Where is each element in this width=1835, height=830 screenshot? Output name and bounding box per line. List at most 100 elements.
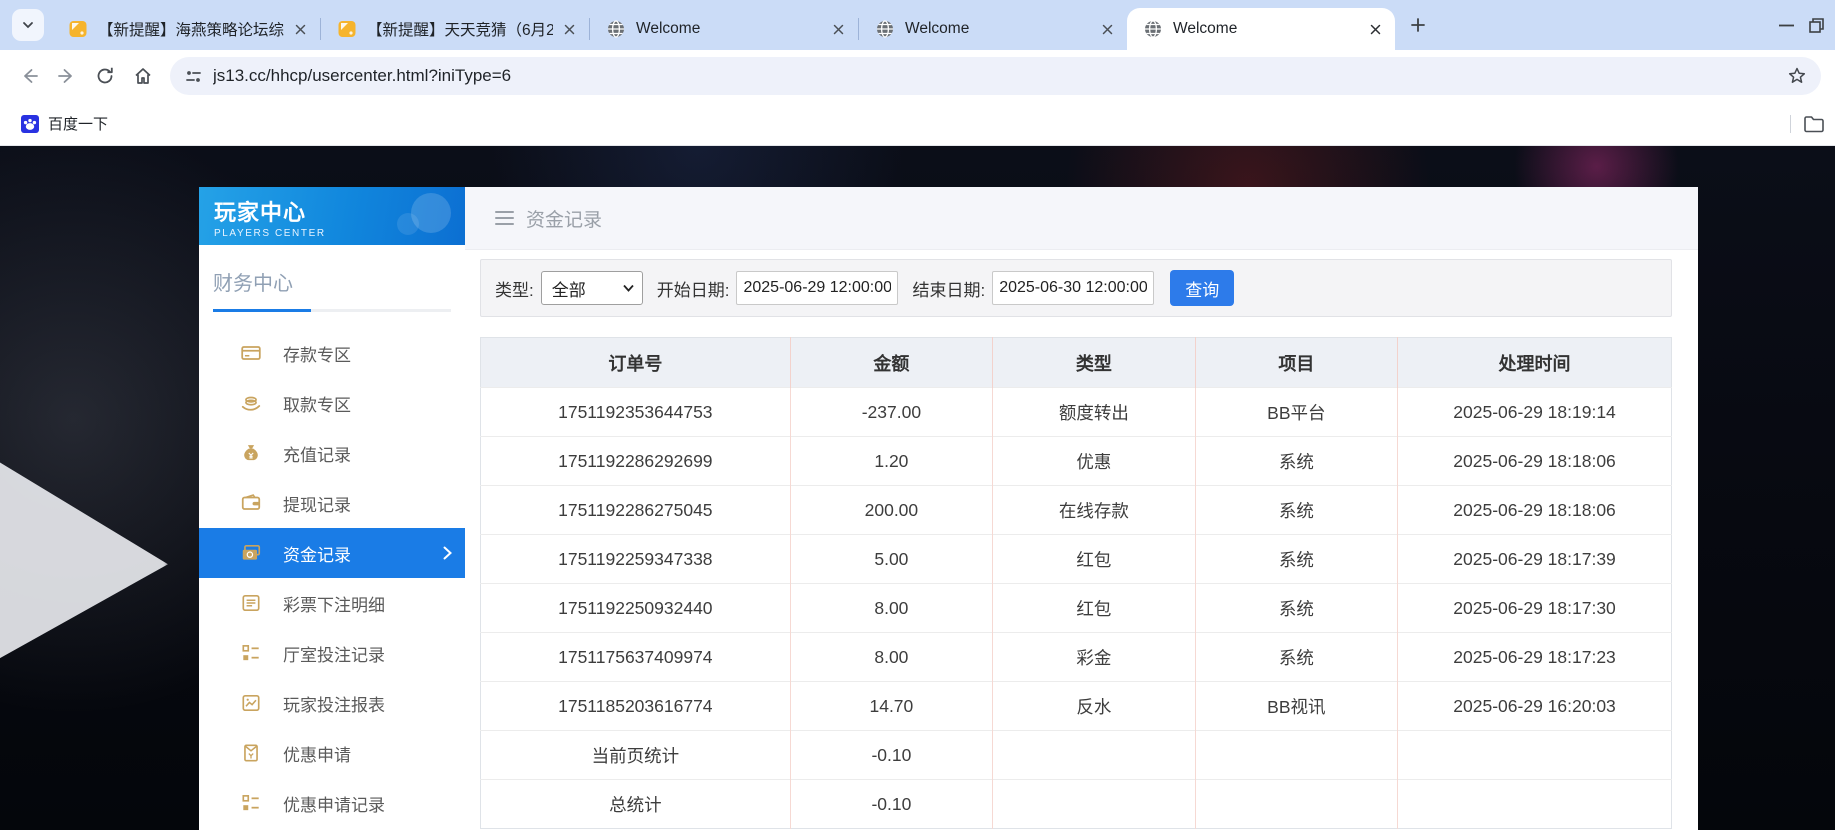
address-bar[interactable]: js13.cc/hhcp/usercenter.html?iniType=6 (170, 57, 1821, 95)
tab-close-icon[interactable] (288, 17, 312, 41)
sidebar-item-player-bet-report[interactable]: 玩家投注报表 (199, 678, 465, 728)
tabs: 【新提醒】海燕策略论坛综合交 【新提醒】天天竞猜（6月29日 Welcome (52, 0, 1395, 50)
sidebar-item-lottery-bet-details[interactable]: 彩票下注明细 (199, 578, 465, 628)
globe-favicon (877, 20, 893, 38)
table-row: 1751192250932440 8.00 红包 系统 2025-06-29 1… (480, 583, 1672, 633)
type-label: 类型: (495, 280, 534, 300)
url-text[interactable]: js13.cc/hhcp/usercenter.html?iniType=6 (213, 66, 1787, 86)
sidebar-item-promo-apply-records[interactable]: 优惠申请记录 (199, 778, 465, 828)
search-button[interactable]: 查询 (1170, 270, 1235, 306)
sidebar: 玩家中心 PLAYERS CENTER 财务中心 存款专区 取款专区 充值记录 … (199, 187, 465, 830)
cell-empty (1194, 779, 1398, 829)
start-date-label: 开始日期: (656, 280, 730, 300)
tab-4[interactable]: Welcome (859, 8, 1127, 50)
col-process-time: 处理时间 (1397, 337, 1672, 388)
cell-summary-label: 总统计 (480, 779, 791, 829)
type-select-value: 全部 (551, 280, 586, 300)
cell-order-no: 1751192250932440 (480, 583, 791, 633)
bookmark-star-icon[interactable] (1787, 66, 1807, 86)
sidebar-item-label: 取款专区 (283, 395, 351, 415)
mail-favicon (338, 21, 356, 37)
back-arrow-icon (24, 69, 38, 83)
reload-button[interactable] (86, 57, 124, 95)
col-project: 项目 (1194, 337, 1398, 388)
sidebar-item-label: 优惠申请 (283, 745, 351, 765)
cell-amount: 200.00 (789, 485, 993, 535)
cell-process-time: 2025-06-29 18:19:14 (1397, 387, 1672, 437)
cell-type: 额度转出 (992, 387, 1196, 437)
content-body: 类型: 全部 开始日期: 结束日期: 查询 (465, 250, 1698, 829)
back-button[interactable] (10, 57, 48, 95)
cell-type: 优惠 (992, 436, 1196, 486)
sidebar-item-deposit[interactable]: 存款专区 (199, 328, 465, 378)
tab-close-icon[interactable] (557, 17, 581, 41)
sidebar-item-label: 提现记录 (283, 495, 351, 515)
sidebar-item-withdraw[interactable]: 取款专区 (199, 378, 465, 428)
table-row: 1751185203616774 14.70 反水 BB视讯 2025-06-2… (480, 681, 1672, 731)
cell-process-time: 2025-06-29 18:18:06 (1397, 436, 1672, 486)
tab-close-icon[interactable] (826, 17, 850, 41)
tab-2[interactable]: 【新提醒】天天竞猜（6月29日 (321, 8, 589, 50)
cell-project: 系统 (1194, 485, 1398, 535)
tab-1[interactable]: 【新提醒】海燕策略论坛综合交 (52, 8, 320, 50)
bookmark-baidu[interactable]: 百度一下 (12, 109, 116, 138)
new-tab-button[interactable] (1403, 10, 1433, 40)
sidebar-item-recharge-records[interactable]: 充值记录 (199, 428, 465, 478)
forward-arrow-icon (58, 69, 72, 83)
home-button[interactable] (124, 57, 162, 95)
tab-search-button[interactable] (12, 9, 44, 41)
sidebar-item-label: 彩票下注明细 (283, 595, 385, 615)
restore-icon (1809, 17, 1824, 33)
cell-process-time: 2025-06-29 18:18:06 (1397, 485, 1672, 535)
cell-summary-amount: -0.10 (789, 779, 993, 829)
other-bookmarks-folder-icon[interactable] (1803, 114, 1825, 134)
cell-type: 红包 (992, 534, 1196, 584)
cell-type: 红包 (992, 583, 1196, 633)
tab-3[interactable]: Welcome (590, 8, 858, 50)
coupon-icon (240, 742, 262, 764)
cell-amount: -237.00 (789, 387, 993, 437)
cell-empty (992, 730, 1196, 780)
chart-icon (240, 692, 262, 714)
tab-strip: 【新提醒】海燕策略论坛综合交 【新提醒】天天竞猜（6月29日 Welcome (0, 0, 1835, 50)
type-select[interactable]: 全部 (540, 271, 643, 305)
globe-favicon (1145, 20, 1161, 38)
cell-empty (992, 779, 1196, 829)
minimize-icon (1778, 24, 1794, 26)
sidebar-item-label: 资金记录 (283, 545, 351, 565)
sidebar-section: 财务中心 (199, 245, 465, 312)
sidebar-item-withdrawal-records[interactable]: 提现记录 (199, 478, 465, 528)
forward-button[interactable] (48, 57, 86, 95)
cell-amount: 1.20 (789, 436, 993, 486)
restore-button[interactable] (1809, 0, 1835, 50)
browser-window: 【新提醒】海燕策略论坛综合交 【新提醒】天天竞猜（6月29日 Welcome (0, 0, 1835, 830)
sidebar-item-hall-bet-records[interactable]: 厅室投注记录 (199, 628, 465, 678)
minimize-button[interactable] (1763, 0, 1809, 50)
cell-empty (1194, 730, 1398, 780)
section-underline-accent (213, 309, 311, 312)
bookmarks-bar: 百度一下 (0, 102, 1835, 146)
sidebar-item-label: 厅室投注记录 (283, 645, 385, 665)
main-content: 资金记录 类型: 全部 开始日期: 结束日期: 查询 (465, 187, 1698, 830)
hamburger-icon[interactable] (495, 210, 514, 226)
finance-center-label: 财务中心 (213, 273, 293, 295)
sidebar-item-promo-apply[interactable]: 优惠申请 (199, 728, 465, 778)
end-date-label: 结束日期: (912, 280, 986, 300)
cell-project: 系统 (1194, 583, 1398, 633)
cell-process-time: 2025-06-29 18:17:30 (1397, 583, 1672, 633)
background-triangle-decor (0, 454, 168, 666)
tab-close-icon[interactable] (1363, 17, 1387, 41)
page-title: 资金记录 (526, 209, 603, 231)
table-row: 1751192286275045 200.00 在线存款 系统 2025-06-… (480, 485, 1672, 535)
end-date-input[interactable] (992, 271, 1155, 305)
sidebar-item-label: 玩家投注报表 (283, 695, 385, 715)
site-info-icon[interactable] (184, 67, 203, 86)
sidebar-item-label: 充值记录 (283, 445, 351, 465)
tab-close-icon[interactable] (1095, 17, 1119, 41)
tab-5-active[interactable]: Welcome (1127, 8, 1395, 50)
sidebar-item-fund-records[interactable]: 资金记录 (199, 528, 465, 578)
start-date-input[interactable] (736, 271, 899, 305)
home-icon (135, 68, 151, 84)
col-order-no: 订单号 (480, 337, 791, 388)
cell-order-no: 1751185203616774 (480, 681, 791, 731)
